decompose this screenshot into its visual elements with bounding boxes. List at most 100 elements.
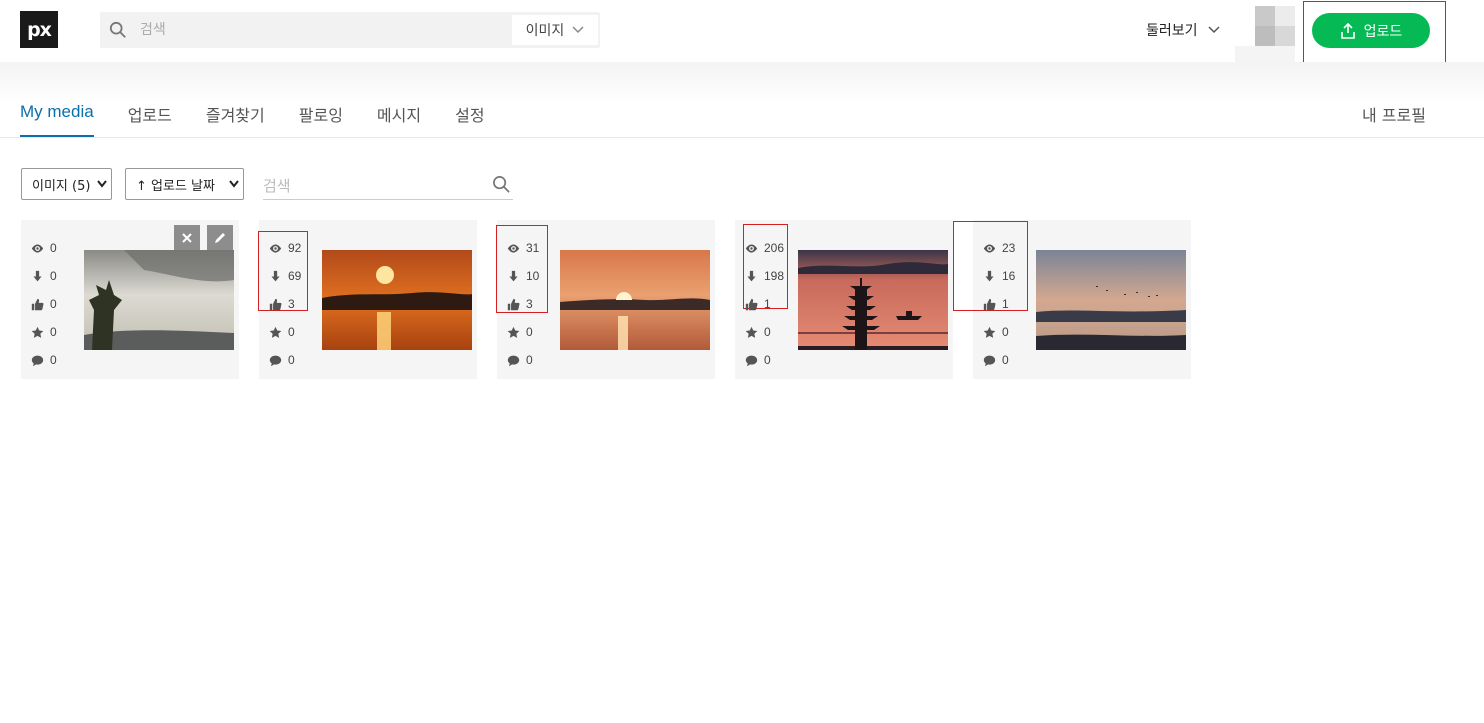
media-type-value: 이미지 (5) <box>32 178 91 194</box>
eye-icon <box>269 242 282 255</box>
likes-stat: 3 <box>507 290 539 318</box>
search-icon[interactable] <box>492 175 511 194</box>
media-card[interactable]: 31 10 3 0 0 <box>496 220 715 379</box>
media-card[interactable]: 0 0 0 0 0 <box>21 220 239 379</box>
search-icon <box>109 21 126 38</box>
likes-count: 0 <box>50 297 57 311</box>
delete-button[interactable] <box>174 225 200 251</box>
tab-favorites[interactable]: 즐겨찾기 <box>206 102 265 137</box>
likes-stat: 0 <box>31 290 57 318</box>
media-stats: 0 0 0 0 0 <box>31 234 57 374</box>
account-nav: My media 업로드 즐겨찾기 팔로잉 메시지 설정 내 프로필 <box>0 62 1484 138</box>
likes-stat: 1 <box>745 290 784 318</box>
downloads-count: 16 <box>1002 269 1016 283</box>
comment-icon <box>507 354 520 367</box>
comments-stat: 0 <box>31 346 57 374</box>
download-icon <box>745 270 758 283</box>
thumbs-up-icon <box>269 298 282 311</box>
favorites-count: 0 <box>1002 325 1009 339</box>
views-count: 23 <box>1002 241 1016 255</box>
chevron-down-icon <box>229 180 239 188</box>
chevron-down-icon <box>1208 26 1220 34</box>
downloads-stat: 198 <box>745 262 784 290</box>
views-stat: 31 <box>507 234 539 262</box>
top-header: px 이미지 둘러보기 업로드 <box>0 0 1484 66</box>
views-count: 31 <box>526 241 540 255</box>
media-stats: 23 16 1 0 0 <box>983 234 1015 374</box>
media-card[interactable]: 92 69 3 0 0 <box>258 220 477 379</box>
star-icon <box>31 326 44 339</box>
views-count: 0 <box>50 241 57 255</box>
media-search-input[interactable] <box>263 172 483 199</box>
eye-icon <box>745 242 758 255</box>
media-thumbnail[interactable] <box>798 250 948 350</box>
downloads-count: 69 <box>288 269 302 283</box>
media-card[interactable]: 23 16 1 0 0 <box>953 220 1191 379</box>
media-thumbnail[interactable] <box>560 250 710 350</box>
media-type-select[interactable]: 이미지 (5) <box>21 168 112 200</box>
chevron-down-icon <box>97 180 107 188</box>
my-profile-link[interactable]: 내 프로필 <box>1362 102 1426 126</box>
favorites-count: 0 <box>288 325 295 339</box>
favorites-stat: 0 <box>507 318 539 346</box>
tab-my-media[interactable]: My media <box>20 102 94 137</box>
favorites-stat: 0 <box>983 318 1015 346</box>
tab-settings[interactable]: 설정 <box>455 102 484 137</box>
avatar[interactable] <box>1255 6 1295 46</box>
downloads-stat: 16 <box>983 262 1015 290</box>
downloads-count: 10 <box>526 269 540 283</box>
comments-stat: 0 <box>745 346 784 374</box>
download-icon <box>31 270 44 283</box>
pixabay-logo[interactable]: px <box>20 11 58 48</box>
favorites-count: 0 <box>526 325 533 339</box>
eye-icon <box>31 242 44 255</box>
views-stat: 206 <box>745 234 784 262</box>
likes-count: 1 <box>764 297 771 311</box>
sort-select[interactable]: ↑ 업로드 날짜 <box>125 168 244 200</box>
downloads-stat: 69 <box>269 262 301 290</box>
likes-stat: 1 <box>983 290 1015 318</box>
favorites-stat: 0 <box>745 318 784 346</box>
favorites-count: 0 <box>764 325 771 339</box>
thumbs-up-icon <box>745 298 758 311</box>
eye-icon <box>507 242 520 255</box>
media-thumbnail[interactable] <box>84 250 234 350</box>
account-tabs: My media 업로드 즐겨찾기 팔로잉 메시지 설정 <box>20 102 519 137</box>
download-icon <box>507 270 520 283</box>
download-icon <box>269 270 282 283</box>
views-count: 92 <box>288 241 302 255</box>
media-stats: 92 69 3 0 0 <box>269 234 301 374</box>
comments-stat: 0 <box>983 346 1015 374</box>
downloads-stat: 10 <box>507 262 539 290</box>
media-card[interactable]: 206 198 1 0 0 <box>735 220 953 379</box>
tab-messages[interactable]: 메시지 <box>377 102 421 137</box>
media-search <box>263 172 513 200</box>
global-search-input[interactable] <box>140 12 500 48</box>
comments-count: 0 <box>764 353 771 367</box>
upload-label: 업로드 <box>1363 23 1403 40</box>
tab-following[interactable]: 팔로잉 <box>299 102 343 137</box>
download-icon <box>983 270 996 283</box>
media-thumbnail[interactable] <box>1036 250 1186 350</box>
search-type-dropdown[interactable]: 이미지 <box>512 15 598 45</box>
eye-icon <box>983 242 996 255</box>
edit-button[interactable] <box>207 225 233 251</box>
star-icon <box>507 326 520 339</box>
comment-icon <box>269 354 282 367</box>
upload-button[interactable]: 업로드 <box>1312 13 1430 48</box>
likes-count: 3 <box>288 297 295 311</box>
comments-count: 0 <box>50 353 57 367</box>
explore-menu[interactable]: 둘러보기 <box>1146 20 1220 40</box>
upload-icon <box>1340 22 1355 39</box>
likes-stat: 3 <box>269 290 301 318</box>
tab-upload[interactable]: 업로드 <box>128 102 172 137</box>
likes-count: 3 <box>526 297 533 311</box>
star-icon <box>983 326 996 339</box>
media-thumbnail[interactable] <box>322 250 472 350</box>
global-search: 이미지 <box>100 12 600 48</box>
comments-stat: 0 <box>507 346 539 374</box>
views-stat: 0 <box>31 234 57 262</box>
views-stat: 23 <box>983 234 1015 262</box>
likes-count: 1 <box>1002 297 1009 311</box>
comment-icon <box>745 354 758 367</box>
